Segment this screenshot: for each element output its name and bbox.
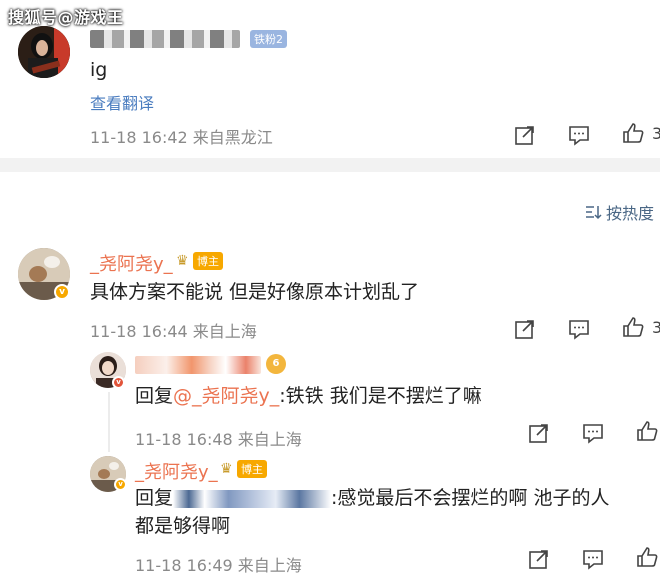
watermark: 搜狐号@游戏王	[8, 8, 124, 27]
like-icon[interactable]	[622, 122, 644, 144]
blurred-mention	[173, 489, 332, 508]
translate-link[interactable]: 查看翻译	[90, 90, 154, 114]
like-icon[interactable]	[622, 316, 644, 338]
level-badge: 6	[266, 354, 286, 374]
host-badge: ♛ 博主	[176, 252, 223, 270]
verified-badge-icon: v	[112, 376, 125, 389]
reply-prefix: 回复	[135, 487, 174, 509]
reply-body: :感觉最后不会摆烂的啊 池子的人	[331, 487, 610, 509]
comment-meta: 11-18 16:44 来自上海	[90, 322, 257, 341]
comment-text: ig	[90, 59, 108, 81]
reply-text: 回复 :感觉最后不会摆烂的啊 池子的人 都是够得啊	[135, 484, 660, 540]
sort-icon	[586, 206, 602, 220]
share-icon[interactable]	[514, 124, 536, 146]
author-name[interactable]: _尧阿尧y_	[90, 250, 173, 276]
comment-icon[interactable]	[582, 422, 604, 444]
author-name[interactable]: _尧阿尧y_	[135, 458, 218, 484]
share-icon[interactable]	[528, 422, 550, 444]
sort-label: 按热度	[606, 204, 655, 223]
comment-icon[interactable]	[568, 124, 590, 146]
host-tag: 博主	[237, 460, 267, 478]
like-count: 3	[652, 318, 660, 337]
reply-body-line2: 都是够得啊	[135, 515, 231, 537]
like-icon[interactable]	[636, 420, 658, 442]
crown-icon: ♛	[176, 253, 189, 269]
blurred-username	[90, 30, 240, 48]
host-tag: 博主	[193, 252, 223, 270]
crown-icon: ♛	[220, 461, 233, 477]
reply-body: :铁铁 我们是不摆烂了嘛	[279, 385, 482, 407]
like-count: 3	[652, 124, 660, 143]
like-icon[interactable]	[636, 546, 658, 568]
comment-text: 具体方案不能说 但是好像原本计划乱了	[90, 281, 420, 303]
comment-icon[interactable]	[568, 318, 590, 340]
mention-link[interactable]: @_尧阿尧y_	[173, 385, 279, 407]
verified-badge-icon: v	[114, 478, 127, 491]
verified-badge-icon: v	[54, 284, 70, 300]
reply-text: 回复@_尧阿尧y_:铁铁 我们是不摆烂了嘛	[135, 382, 482, 410]
reply-meta: 11-18 16:49 来自上海	[135, 556, 302, 573]
thread-line	[108, 392, 110, 452]
sort-by-hot-button[interactable]: 按热度	[585, 200, 654, 224]
reply-prefix: 回复	[135, 385, 174, 407]
share-icon[interactable]	[514, 318, 536, 340]
comment-icon[interactable]	[582, 548, 604, 570]
fan-badge: 铁粉2	[250, 30, 287, 48]
section-divider	[0, 158, 660, 172]
comment-meta: 11-18 16:42 来自黑龙江	[90, 128, 273, 147]
reply-meta: 11-18 16:48 来自上海	[135, 430, 302, 449]
blurred-username	[135, 356, 261, 374]
host-badge: ♛ 博主	[220, 460, 267, 478]
avatar[interactable]	[18, 26, 70, 78]
share-icon[interactable]	[528, 548, 550, 570]
